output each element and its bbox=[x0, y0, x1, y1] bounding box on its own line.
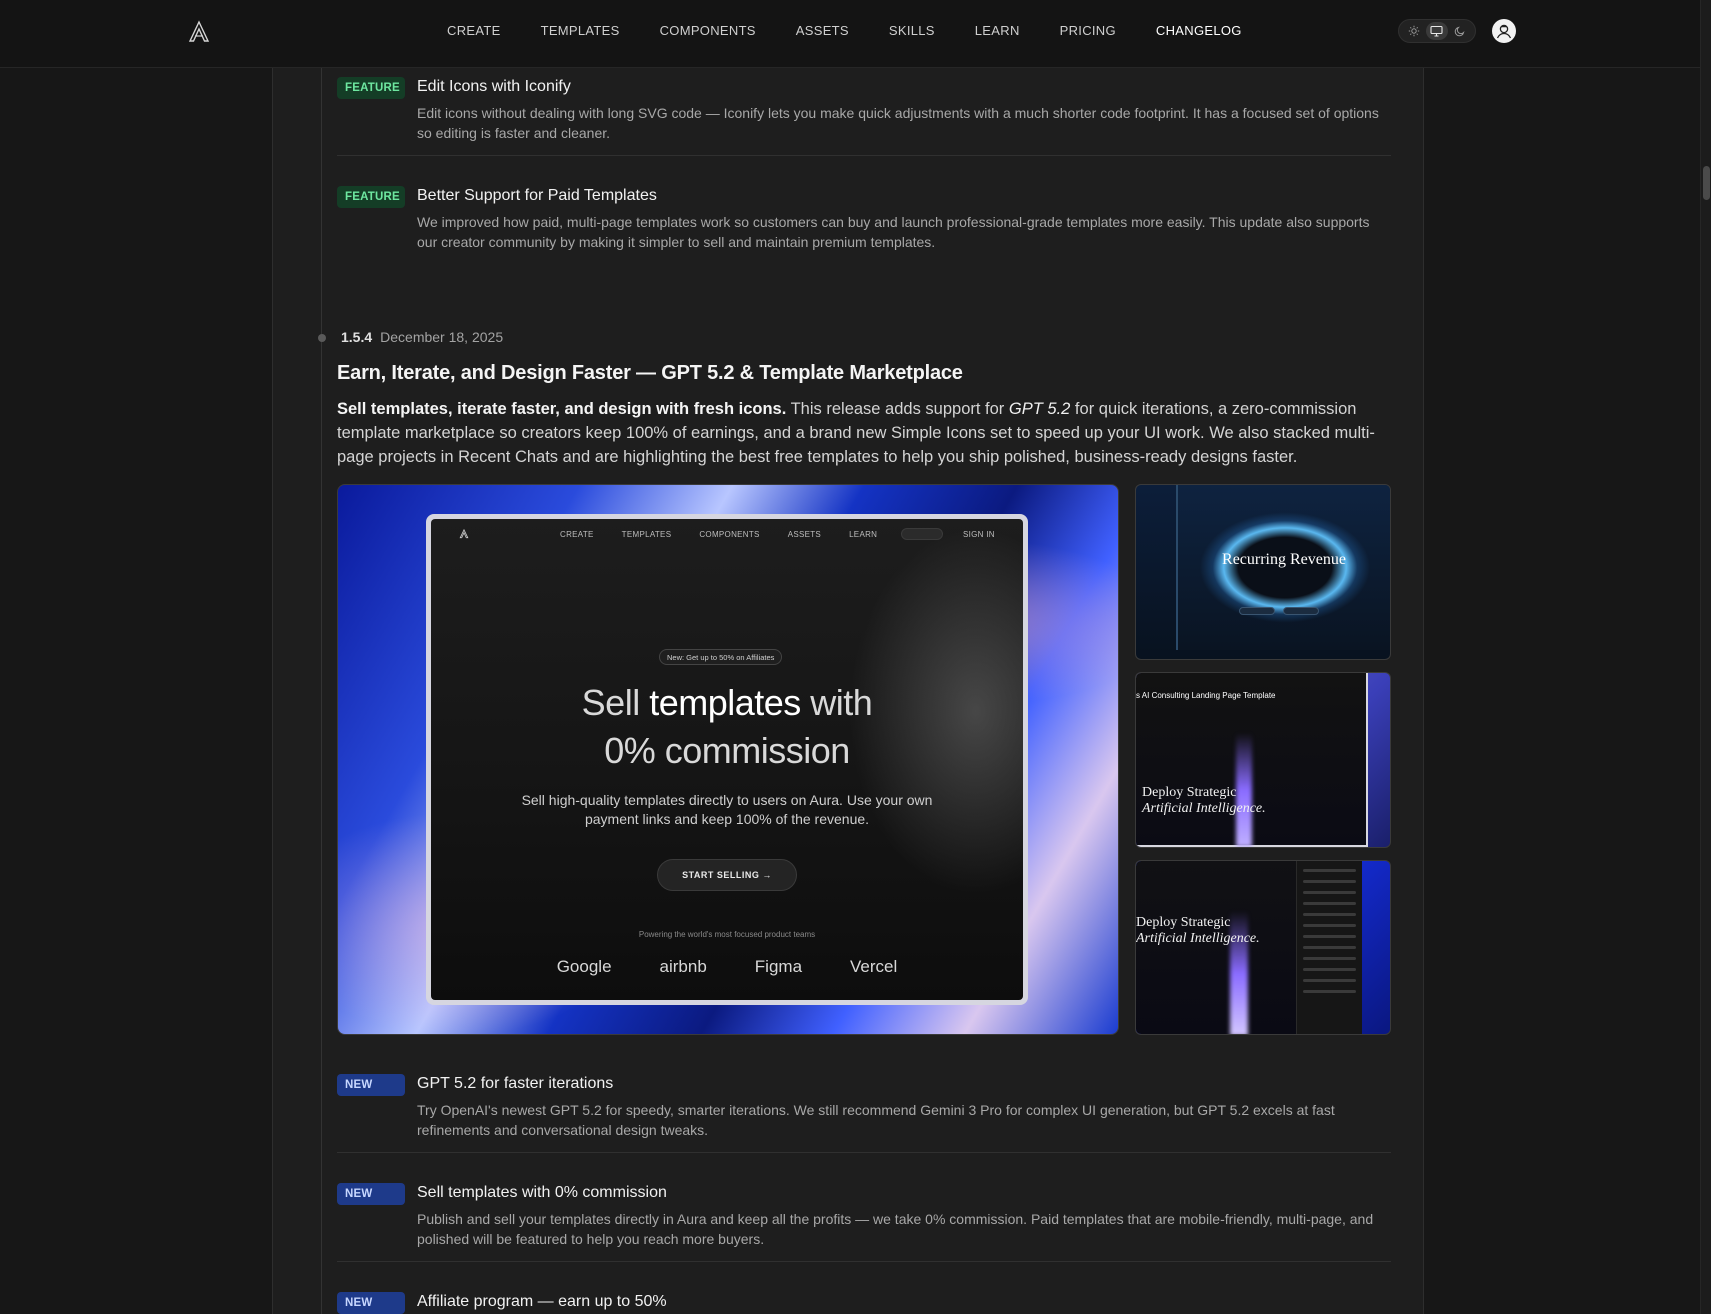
preview-announcement-pill: New: Get up to 50% on Affiliates bbox=[659, 649, 783, 665]
scrollbar-thumb[interactable] bbox=[1703, 166, 1710, 200]
release-version: 1.5.4 bbox=[341, 329, 373, 345]
nav-skills[interactable]: SKILLS bbox=[889, 23, 935, 38]
summary-text: This release adds support for bbox=[786, 400, 1009, 418]
system-theme-button[interactable] bbox=[1425, 22, 1448, 40]
preview-nav-item: COMPONENTS bbox=[699, 530, 760, 539]
summary-lead: Sell templates, iterate faster, and desi… bbox=[337, 400, 787, 418]
preview-logo-row: Google airbnb Figma Vercel bbox=[431, 955, 1023, 979]
thumbnail-heading: Recurring Revenue bbox=[1222, 551, 1346, 568]
moon-icon bbox=[1455, 26, 1465, 37]
heading-line: Artificial Intelligence. bbox=[1142, 801, 1266, 816]
hero-preview-image[interactable]: CREATE TEMPLATES COMPONENTS ASSETS LEARN… bbox=[337, 484, 1119, 1035]
headline-part: Sell bbox=[581, 682, 650, 723]
change-item: NEW GPT 5.2 for faster iterations Try Op… bbox=[337, 1074, 1391, 1138]
thumbnail-screen: Deploy Strategic Artificial Intelligence… bbox=[1136, 861, 1296, 1034]
feature-badge: FEATURE bbox=[337, 186, 405, 208]
figma-logo: Figma bbox=[754, 957, 803, 976]
timeline-dot bbox=[318, 334, 326, 342]
preview-signin: SIGN IN bbox=[963, 530, 995, 539]
light-theme-button[interactable] bbox=[1403, 22, 1425, 40]
nav-learn[interactable]: LEARN bbox=[975, 23, 1020, 38]
google-logo: Google bbox=[556, 957, 612, 976]
divider bbox=[337, 155, 1391, 156]
thumbnail-screen: s AI Consulting Landing Page Template De… bbox=[1136, 673, 1368, 847]
preview-theme-toggle bbox=[901, 528, 943, 540]
preview-nav-item: LEARN bbox=[849, 530, 878, 539]
browser-frame: CREATE TEMPLATES COMPONENTS ASSETS LEARN… bbox=[426, 514, 1028, 1005]
change-item: FEATURE Edit Icons with Iconify Edit ico… bbox=[337, 77, 1391, 141]
divider bbox=[337, 1261, 1391, 1262]
release-meta: 1.5.4 December 18, 2025 bbox=[341, 329, 503, 345]
change-description: We improved how paid, multi-page templat… bbox=[417, 214, 1370, 250]
headline-part: templates bbox=[649, 682, 801, 723]
vercel-logo: Vercel bbox=[850, 957, 898, 976]
preview-nav-items: CREATE TEMPLATES COMPONENTS ASSETS LEARN bbox=[560, 530, 905, 539]
nav-templates[interactable]: TEMPLATES bbox=[541, 23, 620, 38]
thumbnail-caption: s AI Consulting Landing Page Template bbox=[1136, 691, 1276, 700]
feature-badge: FEATURE bbox=[337, 77, 405, 99]
thumbnail-heading: Deploy Strategic Artificial Intelligence… bbox=[1136, 915, 1260, 947]
template-screenshot: CREATE TEMPLATES COMPONENTS ASSETS LEARN… bbox=[431, 519, 1023, 1000]
thumbnail-recurring-revenue[interactable]: Recurring Revenue bbox=[1135, 484, 1391, 660]
nav-changelog[interactable]: CHANGELOG bbox=[1156, 23, 1242, 38]
preview-nav: CREATE TEMPLATES COMPONENTS ASSETS LEARN… bbox=[431, 519, 1023, 549]
change-title: Better Support for Paid Templates bbox=[417, 187, 657, 204]
new-badge: NEW bbox=[337, 1292, 405, 1314]
page-scrollbar[interactable] bbox=[1700, 0, 1711, 1314]
headline-part: 0% commission bbox=[604, 730, 850, 771]
preview-logo-icon bbox=[459, 529, 469, 539]
editor-side-panel bbox=[1296, 861, 1362, 1034]
preview-headline: Sell templates with 0% commission bbox=[431, 679, 1023, 775]
thumbnail-editor-view[interactable]: Deploy Strategic Artificial Intelligence… bbox=[1135, 860, 1391, 1035]
top-nav-bar: CREATE TEMPLATES COMPONENTS ASSETS SKILL… bbox=[0, 0, 1700, 68]
headline-part: with bbox=[800, 682, 873, 723]
sun-icon bbox=[1408, 25, 1419, 37]
change-title: Affiliate program — earn up to 50% bbox=[417, 1293, 667, 1310]
main-nav: CREATE TEMPLATES COMPONENTS ASSETS SKILL… bbox=[447, 23, 1282, 38]
user-avatar[interactable] bbox=[1492, 19, 1516, 43]
heading-line: Deploy Strategic bbox=[1136, 915, 1231, 930]
aura-logo-icon[interactable] bbox=[187, 20, 211, 44]
nav-create[interactable]: CREATE bbox=[447, 23, 501, 38]
thumbnail-heading: Deploy Strategic Artificial Intelligence… bbox=[1142, 785, 1266, 817]
airbnb-logo: airbnb bbox=[659, 957, 707, 976]
heading-line: Artificial Intelligence. bbox=[1136, 931, 1260, 946]
change-item: NEW Sell templates with 0% commission Pu… bbox=[337, 1183, 1391, 1247]
timeline-line bbox=[321, 68, 322, 1314]
new-badge: NEW bbox=[337, 1183, 405, 1205]
dark-theme-button[interactable] bbox=[1449, 22, 1471, 40]
thumbnail-ai-consulting[interactable]: s AI Consulting Landing Page Template De… bbox=[1135, 672, 1391, 848]
change-description: Try OpenAI's newest GPT 5.2 for speedy, … bbox=[417, 1102, 1335, 1138]
change-title: Sell templates with 0% commission bbox=[417, 1184, 667, 1201]
avatar-face-icon bbox=[1496, 24, 1512, 39]
preview-nav-item: TEMPLATES bbox=[621, 530, 672, 539]
change-title: GPT 5.2 for faster iterations bbox=[417, 1075, 614, 1092]
nav-assets[interactable]: ASSETS bbox=[796, 23, 849, 38]
preview-powered-text: Powering the world's most focused produc… bbox=[638, 930, 816, 939]
monitor-icon bbox=[1430, 25, 1444, 37]
new-badge: NEW bbox=[337, 1074, 405, 1096]
theme-toggle bbox=[1398, 19, 1476, 43]
preview-cta-button: START SELLING → bbox=[657, 859, 797, 891]
change-title: Edit Icons with Iconify bbox=[417, 78, 571, 95]
release-date: December 18, 2025 bbox=[380, 329, 504, 345]
change-description: Edit icons without dealing with long SVG… bbox=[417, 105, 1379, 141]
summary-model: GPT 5.2 bbox=[1008, 400, 1071, 418]
release-title: Earn, Iterate, and Design Faster — GPT 5… bbox=[337, 362, 963, 384]
release-summary: Sell templates, iterate faster, and desi… bbox=[337, 397, 1397, 469]
preview-nav-item: CREATE bbox=[560, 530, 594, 539]
preview-subtitle: Sell high-quality templates directly to … bbox=[521, 792, 933, 827]
change-description: Publish and sell your templates directly… bbox=[417, 1211, 1374, 1247]
divider bbox=[337, 1152, 1391, 1153]
preview-nav-item: ASSETS bbox=[787, 530, 822, 539]
nav-components[interactable]: COMPONENTS bbox=[660, 23, 756, 38]
nav-pricing[interactable]: PRICING bbox=[1060, 23, 1116, 38]
change-item: NEW Affiliate program — earn up to 50% bbox=[337, 1292, 1391, 1314]
change-item: FEATURE Better Support for Paid Template… bbox=[337, 186, 1391, 250]
thumbnail-buttons bbox=[1239, 607, 1327, 615]
heading-line: Deploy Strategic bbox=[1142, 785, 1237, 800]
